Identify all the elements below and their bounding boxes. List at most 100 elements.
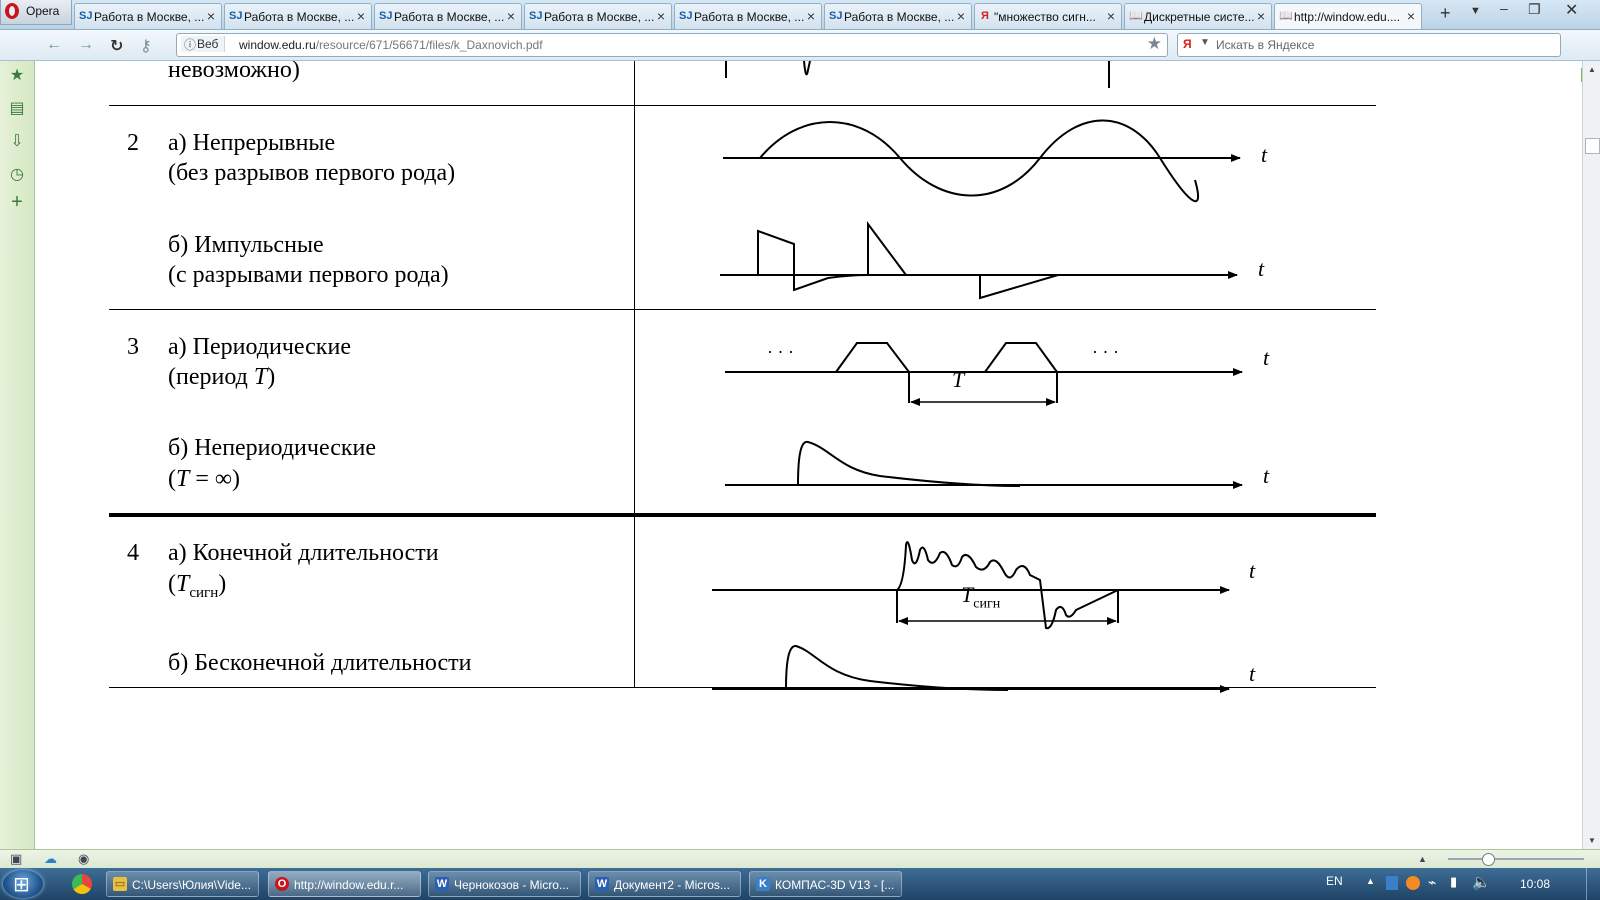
tab-3[interactable]: SJ Работа в Москве, ... × [374,3,522,29]
url-text[interactable]: window.edu.ru/resource/671/56671/files/k… [239,38,543,52]
close-tab-icon[interactable]: × [1257,8,1265,24]
downloads-icon[interactable]: ⇩ [7,132,27,152]
vertical-scrollbar[interactable]: ▲ ▼ [1582,61,1600,849]
impulse-signal-curve [757,220,1090,300]
address-field[interactable]: Веб window.edu.ru/resource/671/56671/fil… [176,33,1168,57]
language-indicator[interactable]: EN [1326,874,1343,888]
tab-list-chevron-icon[interactable]: ▼ [1470,5,1481,17]
new-tab-button[interactable]: + [1440,3,1451,24]
signal-diagrams: · · · · · · [712,61,1243,693]
ellipsis-left: · · · [767,342,794,362]
scroll-down-arrow-icon[interactable]: ▼ [1588,836,1596,845]
zoom-slider-knob[interactable] [1482,853,1495,866]
back-arrow-icon[interactable]: ← [46,36,62,54]
taskbar-item-word-1[interactable]: W Чернокозов - Micro... [428,871,581,897]
axis-label-t: t [1249,558,1256,583]
reload-icon[interactable]: ↻ [110,36,123,56]
superjob-favicon-icon: SJ [679,10,693,22]
opera-menu-button[interactable]: Opera [0,0,72,25]
bluetooth-tray-icon[interactable] [1386,876,1398,890]
web-mode-badge[interactable]: Веб [181,36,226,53]
tab-5[interactable]: SJ Работа в Москве, ... × [674,3,822,29]
zoom-menu-arrow-icon[interactable]: ▲ [1418,854,1427,864]
scroll-up-arrow-icon[interactable]: ▲ [1588,65,1596,74]
finite-signal-curve [896,541,1119,630]
axis-label-t: t [1258,256,1265,281]
forward-arrow-icon[interactable]: → [78,36,94,54]
volume-speaker-icon[interactable]: 🔈 [1472,873,1491,891]
close-tab-icon[interactable]: × [207,8,215,24]
close-window-button[interactable]: ✕ [1565,0,1578,20]
history-clock-icon[interactable]: ◷ [7,165,27,185]
book-favicon-icon: 📖 [1129,10,1143,22]
tab-label: "множество сигн... [994,10,1096,24]
address-toolbar: ← → ↻ ⚷ Веб window.edu.ru/resource/671/5… [0,30,1600,82]
tab-4[interactable]: SJ Работа в Москве, ... × [524,3,672,29]
close-tab-icon[interactable]: × [507,8,515,24]
tab-label: http://window.edu.... [1294,10,1401,24]
show-hidden-icons-arrow-icon[interactable]: ▲ [1366,876,1375,886]
search-field[interactable]: Я ▼ Искать в Яндексе [1177,33,1561,57]
tab-7[interactable]: Я "множество сигн... × [974,3,1122,29]
scroll-thumb[interactable] [1585,138,1600,154]
network-signal-icon[interactable]: ▮ [1450,874,1457,890]
close-tab-icon[interactable]: × [357,8,365,24]
close-tab-icon[interactable]: × [957,8,965,24]
decaying-pulse-curve [797,440,1021,487]
add-panel-plus-icon[interactable]: + [7,192,27,212]
power-plug-icon[interactable]: ⌁ [1428,874,1436,891]
tab-label: Дискретные систе... [1144,10,1255,24]
book-favicon-icon: 📖 [1279,10,1293,22]
windows-taskbar: ▭ C:\Users\Юлия\Vide... O http://window.… [0,868,1600,900]
superjob-favicon-icon: SJ [829,10,843,22]
periodic-trapezoids-curve [835,342,1058,373]
opera-logo-icon [5,3,19,19]
superjob-favicon-icon: SJ [79,10,93,22]
taskbar-item-word-2[interactable]: W Документ2 - Micros... [588,871,741,897]
opera-menu-label: Opera [26,4,60,18]
tab-9-active[interactable]: 📖 http://window.edu.... × [1274,3,1422,29]
turbo-icon[interactable]: ◉ [78,851,89,867]
notes-icon[interactable]: ▤ [7,99,27,119]
bookmarks-star-icon[interactable]: ★ [7,66,27,86]
taskbar-item-opera[interactable]: O http://window.edu.r... [268,871,421,897]
search-engine-dropdown-icon[interactable]: ▼ [1200,37,1210,48]
status-bar: ▣ ☁ ◉ ▲ [0,849,1600,869]
tab-6[interactable]: SJ Работа в Москве, ... × [824,3,972,29]
close-tab-icon[interactable]: × [807,8,815,24]
tab-8[interactable]: 📖 Дискретные систе... × [1124,3,1272,29]
key-icon[interactable]: ⚷ [140,36,152,56]
yandex-icon: Я [1183,37,1192,51]
close-tab-icon[interactable]: × [1407,8,1415,24]
bookmark-star-icon[interactable]: ★ [1147,34,1162,54]
chrome-pinned-icon[interactable] [72,874,92,894]
taskbar-item-kompas[interactable]: K КОМПАС-3D V13 - [... [749,871,902,897]
tab-1[interactable]: SJ Работа в Москве, ... × [74,3,222,29]
superjob-favicon-icon: SJ [379,10,393,22]
system-tray: EN ▲ ⌁ ▮ 🔈 10:08 [1300,868,1600,900]
taskbar-item-explorer[interactable]: ▭ C:\Users\Юлия\Vide... [106,871,259,897]
minimize-button[interactable]: – [1500,0,1508,16]
ellipsis-right: · · · [1092,342,1119,362]
folder-icon: ▭ [113,877,127,891]
tab-label: Работа в Москве, ... [244,10,355,24]
opera-icon: O [275,877,289,891]
tab-label: Работа в Москве, ... [94,10,205,24]
panel-toggle-icon[interactable]: ▣ [10,851,22,867]
period-label-T: T [952,367,965,392]
opera-unite-cloud-icon[interactable]: ☁ [44,851,57,867]
duration-label-T-sign: Tсигн [961,582,1001,612]
superjob-favicon-icon: SJ [529,10,543,22]
opera-sidebar: ★ ▤ ⇩ ◷ + [0,61,35,849]
close-tab-icon[interactable]: × [657,8,665,24]
tab-2[interactable]: SJ Работа в Москве, ... × [224,3,372,29]
pdf-document-view: невозможно) 2 а) Непрерывные (без разрыв… [35,61,1581,849]
tab-label: Работа в Москве, ... [394,10,505,24]
close-tab-icon[interactable]: × [1107,8,1115,24]
start-button[interactable] [3,870,43,898]
zoom-slider[interactable] [1448,858,1584,860]
maximize-button[interactable]: ❐ [1528,1,1541,18]
show-desktop-button[interactable] [1586,868,1600,900]
clock-time[interactable]: 10:08 [1520,877,1550,891]
tray-app-icon[interactable] [1406,876,1420,890]
